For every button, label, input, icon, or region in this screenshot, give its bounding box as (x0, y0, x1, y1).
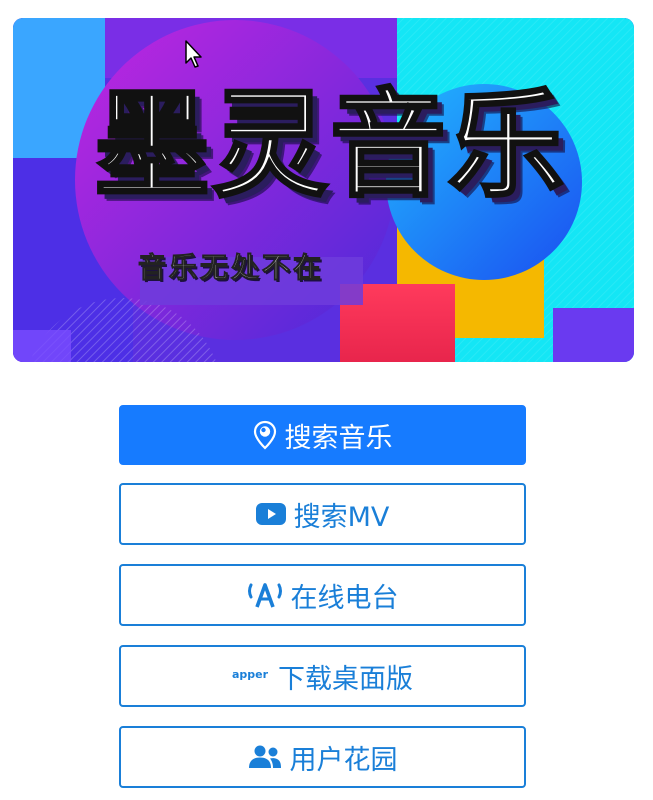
map-pin-icon (253, 420, 277, 450)
search-mv-button[interactable]: 搜索MV (119, 483, 526, 545)
mouse-cursor-icon (185, 40, 202, 68)
download-desktop-button[interactable]: apper 下载桌面版 (119, 645, 526, 707)
search-music-button[interactable]: 搜索音乐 (119, 405, 526, 465)
youtube-play-icon (255, 503, 286, 525)
radio-broadcast-icon (247, 581, 283, 609)
search-music-label: 搜索音乐 (284, 422, 393, 454)
apper-logo-text: apper (231, 667, 269, 681)
user-garden-label: 用户花园 (289, 744, 398, 776)
search-mv-label: 搜索MV (293, 501, 390, 533)
online-radio-button[interactable]: 在线电台 (119, 564, 526, 626)
banner-subtitle: 音乐无处不在 (137, 251, 325, 285)
online-radio-label: 在线电台 (290, 582, 399, 614)
user-garden-button[interactable]: 用户花园 (119, 726, 526, 788)
users-icon (248, 745, 282, 769)
download-desktop-label: 下载桌面版 (278, 663, 414, 695)
banner-title: 墨灵音乐 (93, 78, 566, 213)
